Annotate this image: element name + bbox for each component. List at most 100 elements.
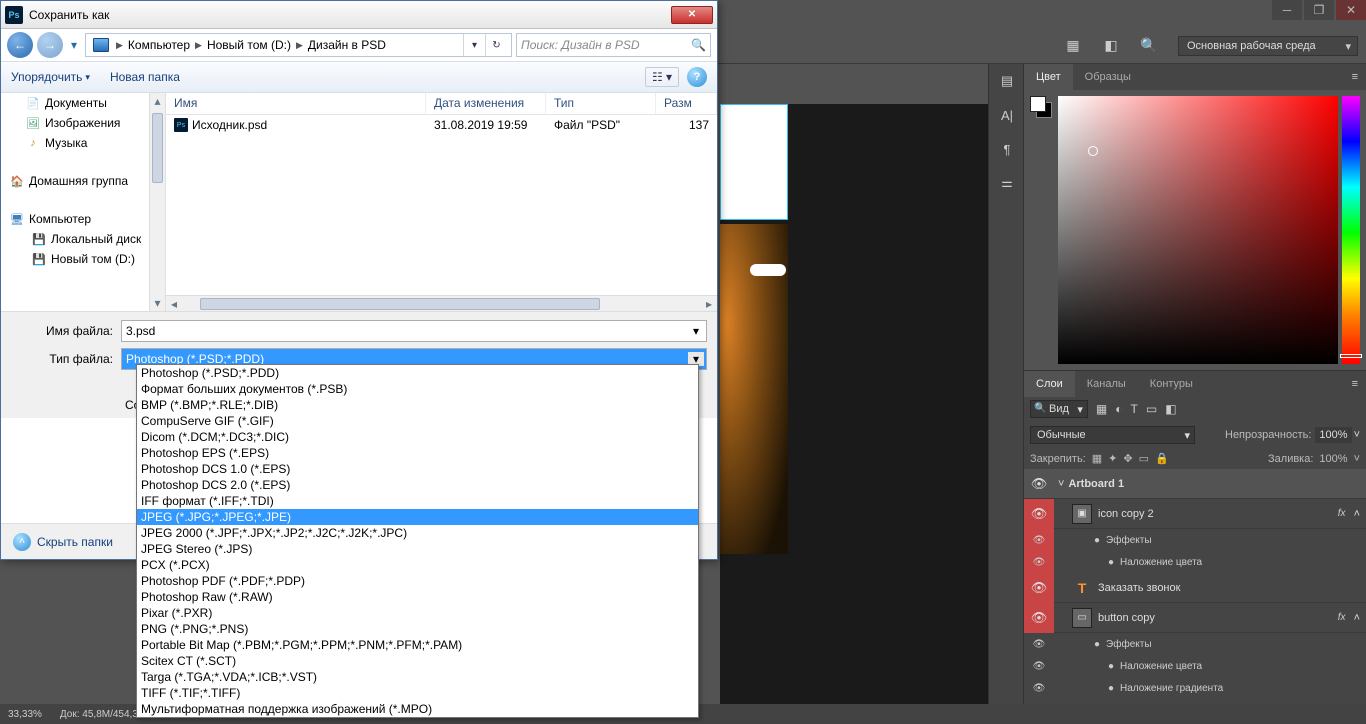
visibility-toggle[interactable]: 👁 xyxy=(1024,603,1054,633)
filetype-option[interactable]: Мультиформатная поддержка изображений (*… xyxy=(137,701,698,717)
lock-move-icon[interactable]: ✥ xyxy=(1123,452,1132,465)
lock-all-icon[interactable]: 🔒 xyxy=(1155,452,1169,465)
visibility-toggle[interactable]: 👁 xyxy=(1024,469,1054,499)
filetype-option[interactable]: Photoshop Raw (*.RAW) xyxy=(137,589,698,605)
fill-value[interactable]: 100% xyxy=(1319,453,1347,465)
filetype-option[interactable]: JPEG Stereo (*.JPS) xyxy=(137,541,698,557)
breadcrumb-seg[interactable]: Дизайн в PSD xyxy=(305,38,389,52)
search-input[interactable]: Поиск: Дизайн в PSD 🔍 xyxy=(516,33,711,57)
filetype-option[interactable]: TIFF (*.TIF;*.TIFF) xyxy=(137,685,698,701)
layer-text[interactable]: 👁 T Заказать звонок xyxy=(1024,573,1366,603)
filetype-option[interactable]: Photoshop DCS 1.0 (*.EPS) xyxy=(137,461,698,477)
blend-mode-dropdown[interactable]: Обычные xyxy=(1030,426,1195,444)
col-name[interactable]: Имя xyxy=(166,93,426,114)
properties-icon[interactable]: ⚌ xyxy=(989,166,1025,200)
layer-gradient-overlay-row[interactable]: 👁●Наложение градиента xyxy=(1024,677,1366,699)
filename-input[interactable]: 3.psd▾ xyxy=(121,320,707,342)
filetype-option[interactable]: Photoshop EPS (*.EPS) xyxy=(137,445,698,461)
filetype-option[interactable]: JPEG (*.JPG;*.JPEG;*.JPE) xyxy=(137,509,698,525)
opacity-value[interactable]: 100% xyxy=(1315,427,1351,443)
character-icon[interactable]: A| xyxy=(989,98,1025,132)
filter-shape-icon[interactable]: ▭ xyxy=(1146,402,1157,416)
nav-scrollbar[interactable]: ▴▾ xyxy=(149,93,165,311)
breadcrumb-seg[interactable]: Новый том (D:) xyxy=(204,38,294,52)
filetype-option[interactable]: Photoshop (*.PSD;*.PDD) xyxy=(137,365,698,381)
filter-pixel-icon[interactable]: ▦ xyxy=(1096,402,1107,416)
layer-color-overlay-row[interactable]: 👁●Наложение цвета xyxy=(1024,655,1366,677)
layers-panel-menu-icon[interactable]: ≡ xyxy=(1344,378,1366,390)
file-row[interactable]: PsИсходник.psd 31.08.2019 19:59 Файл "PS… xyxy=(166,115,717,135)
col-type[interactable]: Тип xyxy=(546,93,656,114)
layer-effects-row[interactable]: 👁●Эффекты xyxy=(1024,529,1366,551)
layer-artboard-group[interactable]: 👁 ˅ Artboard 1 xyxy=(1024,469,1366,499)
filetype-option[interactable]: Pixar (*.PXR) xyxy=(137,605,698,621)
screen-mode-icon[interactable]: ◧ xyxy=(1100,35,1122,57)
filter-adjust-icon[interactable]: ◐ xyxy=(1115,402,1122,416)
color-field[interactable] xyxy=(1058,96,1338,364)
nav-forward-button[interactable]: → xyxy=(37,32,63,58)
tab-color[interactable]: Цвет xyxy=(1024,64,1073,90)
nav-back-button[interactable]: ← xyxy=(7,32,33,58)
visibility-toggle[interactable]: 👁 xyxy=(1024,573,1054,603)
tab-swatches[interactable]: Образцы xyxy=(1073,64,1143,90)
tab-paths[interactable]: Контуры xyxy=(1138,371,1205,397)
dialog-titlebar[interactable]: Ps Сохранить как ✕ xyxy=(1,1,717,29)
filter-type-icon[interactable]: T xyxy=(1131,402,1138,416)
filetype-option[interactable]: BMP (*.BMP;*.RLE;*.DIB) xyxy=(137,397,698,413)
filetype-dropdown-list[interactable]: Photoshop (*.PSD;*.PDD)Формат больших до… xyxy=(136,364,699,718)
foreground-background-swatch[interactable] xyxy=(1030,96,1052,118)
canvas-area[interactable] xyxy=(720,104,990,704)
visibility-toggle[interactable]: 👁 xyxy=(1024,499,1054,529)
dialog-close-button[interactable]: ✕ xyxy=(671,6,713,24)
layer-button-copy[interactable]: 👁 ▭ button copy fx ˄ xyxy=(1024,603,1366,633)
filetype-option[interactable]: Photoshop DCS 2.0 (*.EPS) xyxy=(137,477,698,493)
filetype-option[interactable]: Targa (*.TGA;*.VDA;*.ICB;*.VST) xyxy=(137,669,698,685)
filetype-option[interactable]: Photoshop PDF (*.PDF;*.PDP) xyxy=(137,573,698,589)
fx-badge[interactable]: fx xyxy=(1330,508,1354,519)
arrange-docs-icon[interactable]: ▦ xyxy=(1062,35,1084,57)
paragraph-icon[interactable]: ¶ xyxy=(989,132,1025,166)
filetype-option[interactable]: PCX (*.PCX) xyxy=(137,557,698,573)
workspace-dropdown[interactable]: Основная рабочая среда xyxy=(1178,36,1358,56)
filetype-option[interactable]: IFF формат (*.IFF;*.TDI) xyxy=(137,493,698,509)
hide-folders-button[interactable]: ˄ Скрыть папки xyxy=(13,533,113,551)
filetype-option[interactable]: Scitex CT (*.SCT) xyxy=(137,653,698,669)
filter-smart-icon[interactable]: ◧ xyxy=(1165,402,1176,416)
view-options-button[interactable]: ☷ ▾ xyxy=(645,67,679,87)
filetype-option[interactable]: Dicom (*.DCM;*.DC3;*.DIC) xyxy=(137,429,698,445)
tab-channels[interactable]: Каналы xyxy=(1075,371,1138,397)
new-folder-button[interactable]: Новая папка xyxy=(110,70,180,84)
hue-slider[interactable] xyxy=(1342,96,1360,364)
layer-color-overlay-row[interactable]: 👁●Наложение цвета xyxy=(1024,551,1366,573)
navigation-tree[interactable]: 📄Документы 🖼Изображения ♪Музыка 🏠Домашня… xyxy=(1,93,166,311)
breadcrumb-dropdown-button[interactable]: ▾ xyxy=(463,34,485,56)
filetype-option[interactable]: JPEG 2000 (*.JPF;*.JPX;*.JP2;*.J2C;*.J2K… xyxy=(137,525,698,541)
help-button[interactable]: ? xyxy=(687,67,707,87)
refresh-button[interactable]: ↻ xyxy=(485,34,507,56)
filetype-option[interactable]: PNG (*.PNG;*.PNS) xyxy=(137,621,698,637)
zoom-level[interactable]: 33,33% xyxy=(8,709,42,720)
layer-effects-row[interactable]: 👁●Эффекты xyxy=(1024,633,1366,655)
tab-layers[interactable]: Слои xyxy=(1024,371,1075,397)
minimize-button[interactable]: ─ xyxy=(1272,0,1302,20)
layer-icon-copy[interactable]: 👁 ▣ icon copy 2 fx ˄ xyxy=(1024,499,1366,529)
restore-button[interactable]: ❐ xyxy=(1304,0,1334,20)
filetype-option[interactable]: CompuServe GIF (*.GIF) xyxy=(137,413,698,429)
filelist-scrollbar[interactable]: ◂▸ xyxy=(166,295,717,311)
filetype-option[interactable]: Portable Bit Map (*.PBM;*.PGM;*.PPM;*.PN… xyxy=(137,637,698,653)
col-modified[interactable]: Дата изменения xyxy=(426,93,546,114)
history-icon[interactable]: ▤ xyxy=(989,64,1025,98)
lock-pixels-icon[interactable]: ▦ xyxy=(1092,452,1102,465)
organize-button[interactable]: Упорядочить xyxy=(11,70,90,84)
col-size[interactable]: Разм xyxy=(656,93,717,114)
lock-position-icon[interactable]: ✦ xyxy=(1108,452,1117,465)
app-close-button[interactable]: ✕ xyxy=(1336,0,1366,20)
lock-artboard-icon[interactable]: ▭ xyxy=(1139,452,1149,465)
search-icon[interactable]: 🔍 xyxy=(1138,35,1160,57)
file-list[interactable]: Имя Дата изменения Тип Разм PsИсходник.p… xyxy=(166,93,717,311)
color-panel-menu-icon[interactable]: ≡ xyxy=(1344,71,1366,83)
nav-history-dropdown[interactable]: ▾ xyxy=(67,35,81,55)
fx-badge[interactable]: fx xyxy=(1330,612,1354,623)
layer-filter-kind[interactable]: Вид xyxy=(1030,400,1088,418)
filetype-option[interactable]: Формат больших документов (*.PSB) xyxy=(137,381,698,397)
